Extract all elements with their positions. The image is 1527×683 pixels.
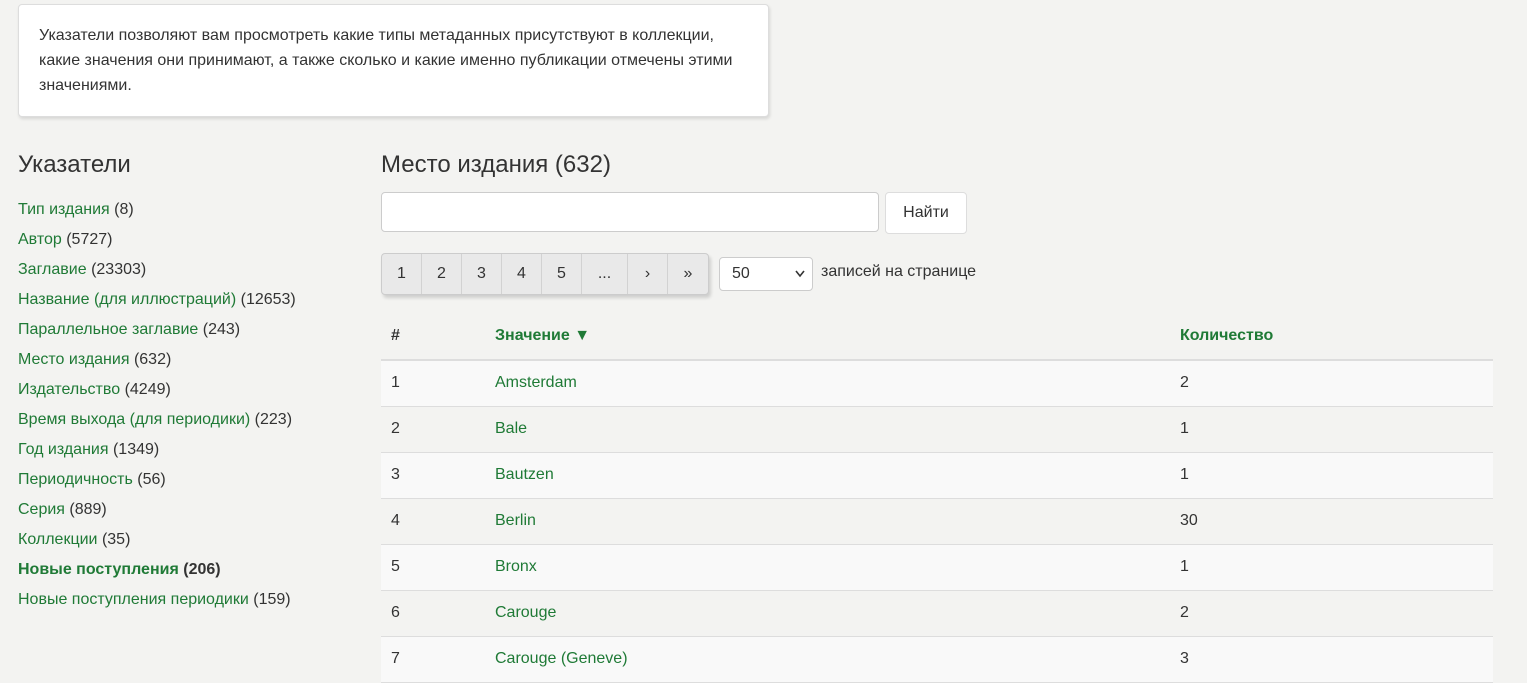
column-header-count[interactable]: Количество: [1180, 327, 1273, 345]
row-count: 1: [1180, 558, 1189, 575]
sidebar-item-label[interactable]: Место издания: [18, 351, 130, 368]
sidebar-item-count: (159): [253, 591, 291, 608]
per-page-select[interactable]: 50: [719, 257, 813, 291]
sidebar-item-label[interactable]: Название (для иллюстраций): [18, 291, 236, 308]
sidebar-item-label[interactable]: Периодичность: [18, 471, 133, 488]
sidebar-item-place-of-publication[interactable]: Место издания (632): [18, 345, 358, 375]
sidebar-item-periodicity[interactable]: Периодичность (56): [18, 465, 358, 495]
row-number: 2: [391, 420, 400, 437]
pager-row: 1 2 3 4 5 ... › » 50 записей на странице: [381, 253, 1081, 295]
row-value-link[interactable]: Bautzen: [495, 466, 554, 484]
row-number: 4: [391, 512, 400, 529]
sidebar-title: Указатели: [18, 151, 131, 178]
row-value-link[interactable]: Bale: [495, 420, 527, 438]
sidebar-item-author[interactable]: Автор (5727): [18, 225, 358, 255]
sidebar-item-parallel-title[interactable]: Параллельное заглавие (243): [18, 315, 358, 345]
sidebar-item-count: (35): [101, 531, 131, 548]
table-row: 7 Carouge (Geneve) 3: [381, 637, 1493, 683]
search-button[interactable]: Найти: [885, 192, 967, 234]
sidebar-item-title[interactable]: Заглавие (23303): [18, 255, 358, 285]
sidebar-item-count: (1349): [112, 441, 160, 458]
sidebar-item-label[interactable]: Время выхода (для периодики): [18, 411, 250, 428]
sidebar-item-count: (5727): [66, 231, 113, 248]
pagination: 1 2 3 4 5 ... › »: [381, 253, 709, 295]
row-count: 2: [1180, 604, 1189, 621]
sidebar-item-label[interactable]: Новые поступления периодики: [18, 591, 249, 608]
page-link-2[interactable]: 2: [422, 254, 462, 294]
sidebar-item-label[interactable]: Год издания: [18, 441, 109, 458]
index-content: Место издания (632) Найти 1 2 3 4 5 ... …: [381, 150, 1493, 683]
sidebar-item-label[interactable]: Коллекции: [18, 531, 97, 548]
table-row: 4 Berlin 30: [381, 499, 1493, 545]
sidebar-item-count: (4249): [124, 381, 171, 398]
sidebar-item-collections[interactable]: Коллекции (35): [18, 525, 358, 555]
row-value-link[interactable]: Berlin: [495, 512, 536, 530]
sidebar-item-label[interactable]: Заглавие: [18, 261, 87, 278]
sidebar-item-new-periodicals[interactable]: Новые поступления периодики (159): [18, 585, 358, 615]
sidebar-item-publication-type[interactable]: Тип издания (8): [18, 195, 358, 225]
row-count: 2: [1180, 374, 1189, 391]
page-link-5[interactable]: 5: [542, 254, 582, 294]
info-panel: Указатели позволяют вам просмотреть каки…: [18, 4, 769, 117]
column-header-value[interactable]: Значение ▼: [495, 327, 590, 345]
sidebar-item-count: (206): [183, 561, 221, 578]
row-count: 30: [1180, 512, 1198, 529]
search-input[interactable]: [381, 192, 879, 232]
sidebar-item-year[interactable]: Год издания (1349): [18, 435, 358, 465]
sidebar-item-label[interactable]: Автор: [18, 231, 62, 248]
row-value-link[interactable]: Amsterdam: [495, 374, 577, 392]
row-count: 1: [1180, 420, 1189, 437]
chevron-down-icon: [794, 258, 806, 302]
row-number: 7: [391, 650, 400, 667]
sidebar-item-publisher[interactable]: Издательство (4249): [18, 375, 358, 405]
sidebar-item-count: (56): [137, 471, 166, 488]
page-link-3[interactable]: 3: [462, 254, 502, 294]
sidebar-item-label[interactable]: Параллельное заглавие: [18, 321, 198, 338]
row-value-link[interactable]: Carouge (Geneve): [495, 650, 628, 668]
row-number: 6: [391, 604, 400, 621]
sidebar-item-count: (8): [114, 201, 134, 218]
table-row: 6 Carouge 2: [381, 591, 1493, 637]
row-number: 1: [391, 374, 400, 391]
table-row: 5 Bronx 1: [381, 545, 1493, 591]
per-page-label: записей на странице: [821, 263, 977, 280]
sidebar-item-count: (12653): [240, 291, 296, 308]
per-page-value: 50: [732, 265, 750, 282]
sidebar-item-illustration-name[interactable]: Название (для иллюстраций) (12653): [18, 285, 358, 315]
sidebar-item-label[interactable]: Тип издания: [18, 201, 110, 218]
sidebar-item-series[interactable]: Серия (889): [18, 495, 358, 525]
page-title: Место издания (632): [381, 151, 611, 178]
indexes-sidebar: Указатели Тип издания (8) Автор (5727) З…: [18, 150, 358, 615]
row-count: 1: [1180, 466, 1189, 483]
column-header-number: #: [391, 327, 400, 344]
sidebar-item-count: (223): [254, 411, 293, 428]
sidebar-item-label[interactable]: Серия: [18, 501, 65, 518]
page-link-1[interactable]: 1: [382, 254, 422, 294]
table-row: 2 Bale 1: [381, 407, 1493, 453]
last-page-button[interactable]: »: [668, 254, 708, 294]
sidebar-item-new-arrivals[interactable]: Новые поступления (206): [18, 555, 358, 585]
sidebar-item-count: (23303): [91, 261, 147, 278]
info-text: Указатели позволяют вам просмотреть каки…: [39, 27, 733, 94]
table-header: # Значение ▼ Количество: [381, 314, 1493, 361]
page-ellipsis: ...: [582, 254, 628, 294]
sidebar-item-count: (889): [69, 501, 107, 518]
page-link-4[interactable]: 4: [502, 254, 542, 294]
row-count: 3: [1180, 650, 1189, 667]
row-number: 5: [391, 558, 400, 575]
sidebar-item-release-time[interactable]: Время выхода (для периодики) (223): [18, 405, 358, 435]
sidebar-item-label[interactable]: Новые поступления: [18, 561, 179, 578]
sidebar-item-label[interactable]: Издательство: [18, 381, 120, 398]
row-number: 3: [391, 466, 400, 483]
table-row: 1 Amsterdam 2: [381, 361, 1493, 407]
row-value-link[interactable]: Bronx: [495, 558, 537, 576]
values-table: # Значение ▼ Количество 1 Amsterdam 2 2 …: [381, 314, 1493, 683]
sidebar-item-count: (243): [202, 321, 241, 338]
table-row: 3 Bautzen 1: [381, 453, 1493, 499]
sidebar-item-count: (632): [133, 351, 172, 368]
row-value-link[interactable]: Carouge: [495, 604, 556, 622]
next-page-button[interactable]: ›: [628, 254, 668, 294]
